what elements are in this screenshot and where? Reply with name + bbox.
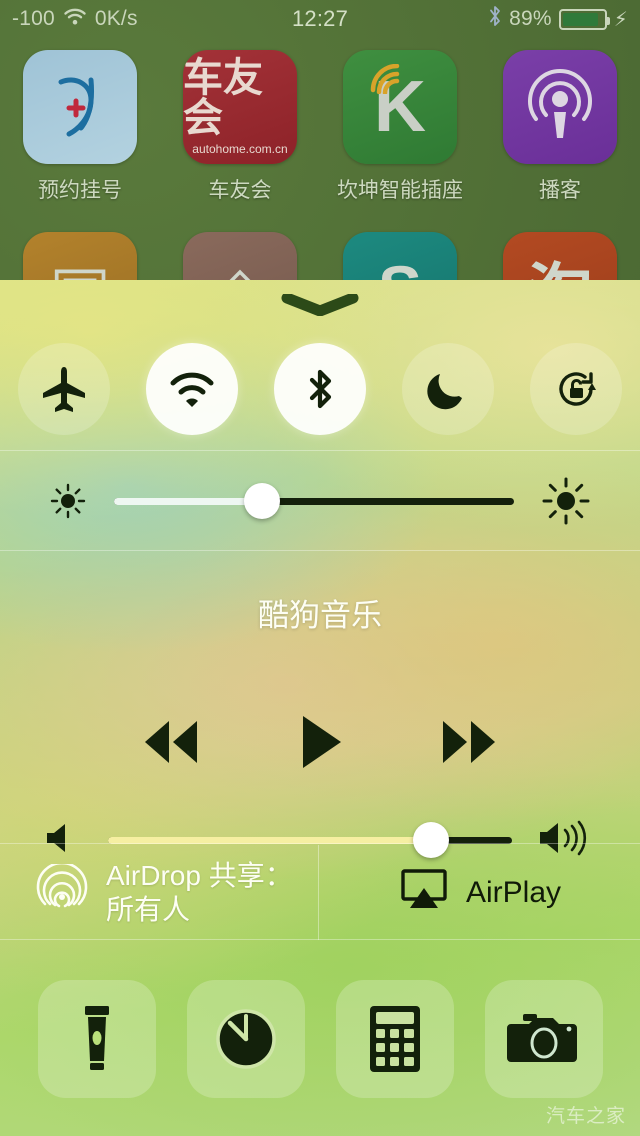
flashlight-button[interactable] [37, 979, 156, 1098]
airdrop-button[interactable]: AirDrop 共享： 所有人 [0, 845, 318, 940]
app-label: 车友会 [208, 179, 272, 202]
toggle-cell[interactable] [512, 343, 640, 435]
app-label: 播客 [539, 179, 581, 202]
play-button[interactable] [293, 712, 347, 772]
toggle-cell[interactable] [128, 343, 256, 435]
rewind-button[interactable] [131, 715, 209, 769]
camera-button[interactable] [484, 979, 603, 1098]
divider-brightness [0, 550, 640, 551]
status-bar: -100 0K/s 12:27 89% ⚡ [0, 0, 640, 38]
grabber-handle-icon[interactable] [281, 292, 359, 317]
home-app-row-1: 预约挂号 车友会 autohome.com.cn 车友会 K 坎坤智能插座 播客 [0, 50, 640, 204]
timer-button[interactable] [186, 979, 305, 1098]
brightness-slider[interactable] [114, 481, 514, 521]
battery-percent-text: 89% [509, 7, 552, 30]
brightness-fill [114, 497, 262, 505]
share-section: AirDrop 共享： 所有人 AirPlay [0, 845, 640, 940]
airdrop-icon [36, 861, 88, 921]
medical-appointment-icon[interactable] [23, 50, 137, 164]
wifi-wave-icon [369, 63, 413, 102]
toggle-cell[interactable] [256, 343, 384, 435]
sun-small-icon [48, 481, 88, 521]
airdrop-text: AirDrop 共享： 所有人 [106, 859, 293, 925]
sun-large-icon [540, 475, 592, 527]
wifi-icon [167, 364, 217, 414]
airplay-label: AirPlay [465, 875, 562, 909]
app-cell[interactable]: 播客 [480, 50, 640, 204]
transport-controls [0, 697, 640, 787]
podcasts-icon[interactable] [503, 50, 617, 164]
rotation-lock-toggle[interactable] [530, 343, 622, 435]
moon-icon [423, 364, 473, 414]
autohome-icon[interactable]: 车友会 autohome.com.cn [183, 50, 297, 164]
status-bar-right: 89% ⚡ [488, 5, 628, 33]
airdrop-line1: AirDrop 共享： [106, 860, 293, 892]
airplane-mode-toggle[interactable] [18, 343, 110, 435]
app-cell[interactable]: K 坎坤智能插座 [320, 50, 480, 204]
app-cell[interactable]: 车友会 autohome.com.cn 车友会 [160, 50, 320, 204]
divider-toggles [0, 450, 640, 451]
app-label: 坎坤智能插座 [337, 179, 463, 202]
brightness-thumb[interactable] [244, 483, 280, 519]
divider-music [0, 843, 640, 844]
rotation-lock-icon [551, 364, 601, 414]
now-playing-title: 酷狗音乐 [258, 598, 382, 633]
divider-share [0, 939, 640, 940]
calculator-button[interactable] [335, 979, 454, 1098]
airplay-button[interactable]: AirPlay [319, 845, 640, 940]
toggle-cell[interactable] [384, 343, 512, 435]
autohome-icon-title: 车友会 [183, 56, 263, 140]
control-center-panel: 酷狗音乐 AirDrop 共享： 所有人 AirPlay 汽车之家 [0, 280, 640, 1136]
airplane-icon [39, 364, 89, 414]
brightness-section [0, 452, 640, 550]
toggle-cell[interactable] [0, 343, 128, 435]
lightning-bolt-icon: ⚡ [613, 8, 628, 31]
app-label: 预约挂号 [38, 179, 122, 202]
fast-forward-button[interactable] [431, 715, 509, 769]
do-not-disturb-toggle[interactable] [402, 343, 494, 435]
bluetooth-toggle[interactable] [274, 343, 366, 435]
airplay-icon [398, 868, 450, 917]
airdrop-line2: 所有人 [106, 893, 191, 925]
bluetooth-icon [488, 5, 502, 33]
battery-icon [558, 8, 610, 30]
watermark: 汽车之家 [545, 1106, 626, 1127]
toggles-row [0, 328, 640, 450]
app-cell[interactable]: 预约挂号 [0, 50, 160, 204]
smart-plug-icon[interactable]: K [343, 50, 457, 164]
autohome-icon-subtitle: autohome.com.cn [192, 142, 288, 156]
wifi-toggle[interactable] [146, 343, 238, 435]
shortcuts-section [0, 941, 640, 1136]
bluetooth-icon [295, 364, 345, 414]
